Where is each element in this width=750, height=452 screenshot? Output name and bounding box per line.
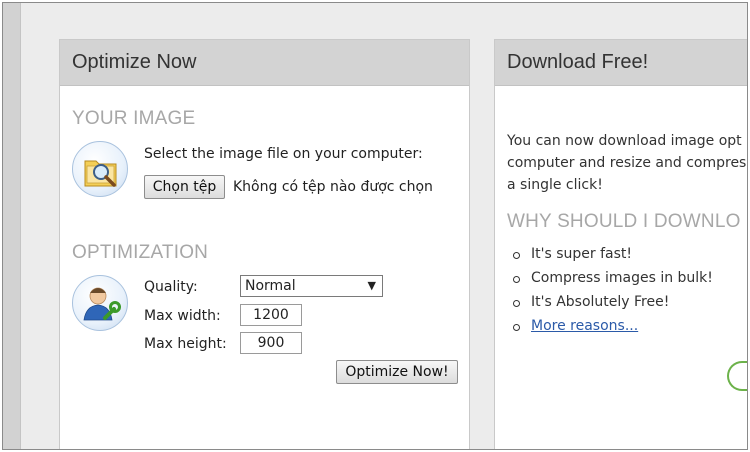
user-wrench-icon <box>72 275 128 331</box>
choose-file-button[interactable]: Chọn tệp <box>144 175 225 199</box>
paragraph-line: a single click! <box>507 177 603 193</box>
max-width-label: Max width: <box>144 308 221 324</box>
download-paragraph: You can now download image opt computer … <box>507 130 746 196</box>
select-image-prompt: Select the image file on your computer: <box>144 146 423 162</box>
download-panel: Download Free! You can now download imag… <box>494 39 747 449</box>
why-download-heading: WHY SHOULD I DOWNLO <box>507 211 741 232</box>
folder-magnifier-icon <box>72 141 128 197</box>
paragraph-line: You can now download image opt <box>507 133 742 149</box>
max-height-input[interactable]: 900 <box>240 332 302 354</box>
reasons-list: It's super fast! Compress images in bulk… <box>509 246 713 342</box>
browser-viewport: Optimize Now YOUR IMAGE Select the image… <box>2 2 748 450</box>
your-image-heading: YOUR IMAGE <box>72 108 196 129</box>
quality-selected-value: Normal <box>245 278 296 294</box>
more-reasons-link[interactable]: More reasons... <box>531 318 638 334</box>
quality-select[interactable]: Normal ▼ <box>240 275 383 297</box>
optimize-panel: Optimize Now YOUR IMAGE Select the image… <box>59 39 470 449</box>
max-width-input[interactable]: 1200 <box>240 304 302 326</box>
dropdown-arrow-icon: ▼ <box>367 279 376 292</box>
optimize-panel-title: Optimize Now <box>60 40 469 86</box>
paragraph-line: computer and resize and compres <box>507 155 747 171</box>
optimize-now-button[interactable]: Optimize Now! <box>336 360 458 384</box>
list-item: It's Absolutely Free! <box>509 294 713 318</box>
list-item: It's super fast! <box>509 246 713 270</box>
quality-label: Quality: <box>144 279 198 295</box>
list-item: More reasons... <box>509 318 713 342</box>
max-height-label: Max height: <box>144 336 227 352</box>
optimization-heading: OPTIMIZATION <box>72 242 209 263</box>
left-scroll-strip <box>3 3 21 449</box>
download-panel-title: Download Free! <box>495 40 747 86</box>
no-file-chosen-text: Không có tệp nào được chọn <box>233 179 433 195</box>
list-item: Compress images in bulk! <box>509 270 713 294</box>
